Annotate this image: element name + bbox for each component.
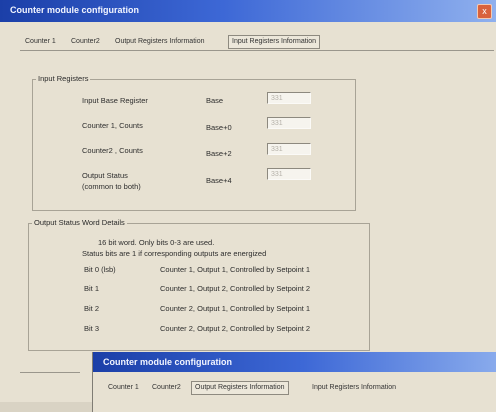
- divider: [20, 372, 80, 373]
- output-status-sublabel: (common to both): [82, 182, 141, 191]
- bit-2-label: Bit 2: [84, 304, 100, 313]
- output-status-ref: Base+4: [206, 176, 232, 185]
- second-tab-input-registers[interactable]: Input Registers Information: [309, 382, 399, 394]
- second-tab-counter-1[interactable]: Counter 1: [105, 382, 142, 394]
- bit-0-desc: Counter 1, Output 1, Controlled by Setpo…: [160, 265, 311, 274]
- tab-counter-1[interactable]: Counter 1: [22, 36, 59, 48]
- counter1-counts-ref: Base+0: [206, 123, 232, 132]
- title-bar[interactable]: Counter module configuration x: [0, 0, 496, 22]
- status-word-note-2: Status bits are 1 if corresponding outpu…: [82, 249, 267, 258]
- status-word-label: Output Status Word Details: [32, 218, 127, 227]
- bit-3-label: Bit 3: [84, 324, 100, 333]
- input-base-register-field[interactable]: 331: [267, 92, 311, 104]
- close-icon[interactable]: x: [477, 4, 492, 19]
- counter1-counts-label: Counter 1, Counts: [82, 121, 143, 130]
- counter2-counts-field[interactable]: 331: [267, 143, 311, 155]
- counter2-counts-ref: Base+2: [206, 149, 232, 158]
- second-tab-output-registers[interactable]: Output Registers Information: [191, 381, 289, 395]
- input-base-register-label: Input Base Register: [82, 96, 148, 105]
- bit-0-label: Bit 0 (lsb): [84, 265, 116, 274]
- tab-output-registers[interactable]: Output Registers Information: [112, 36, 208, 48]
- second-config-window: Counter module configuration Counter 1 C…: [92, 352, 496, 412]
- second-tab-counter-2[interactable]: Counter2: [149, 382, 184, 394]
- bit-1-label: Bit 1: [84, 284, 100, 293]
- second-window-title: Counter module configuration: [103, 357, 232, 367]
- window-title: Counter module configuration: [10, 5, 139, 15]
- input-base-register-ref: Base: [206, 96, 224, 105]
- input-registers-label: Input Registers: [36, 74, 91, 83]
- tab-counter-2[interactable]: Counter2: [68, 36, 103, 48]
- status-word-note-1: 16 bit word. Only bits 0-3 are used.: [98, 238, 215, 247]
- second-title-bar[interactable]: Counter module configuration: [93, 352, 496, 372]
- counter1-counts-field[interactable]: 331: [267, 117, 311, 129]
- counter2-counts-label: Counter2 , Counts: [82, 146, 143, 155]
- bit-3-desc: Counter 2, Output 2, Controlled by Setpo…: [160, 324, 311, 333]
- output-status-label: Output Status: [82, 171, 128, 180]
- tab-input-registers[interactable]: Input Registers Information: [228, 35, 321, 49]
- bit-1-desc: Counter 1, Output 2, Controlled by Setpo…: [160, 284, 311, 293]
- output-status-field[interactable]: 331: [267, 168, 311, 180]
- config-window: Counter module configuration x Counter 1…: [0, 0, 496, 402]
- tab-panel: Input Registers Input Base Register Base…: [20, 50, 494, 371]
- bit-2-desc: Counter 2, Output 1, Controlled by Setpo…: [160, 304, 311, 313]
